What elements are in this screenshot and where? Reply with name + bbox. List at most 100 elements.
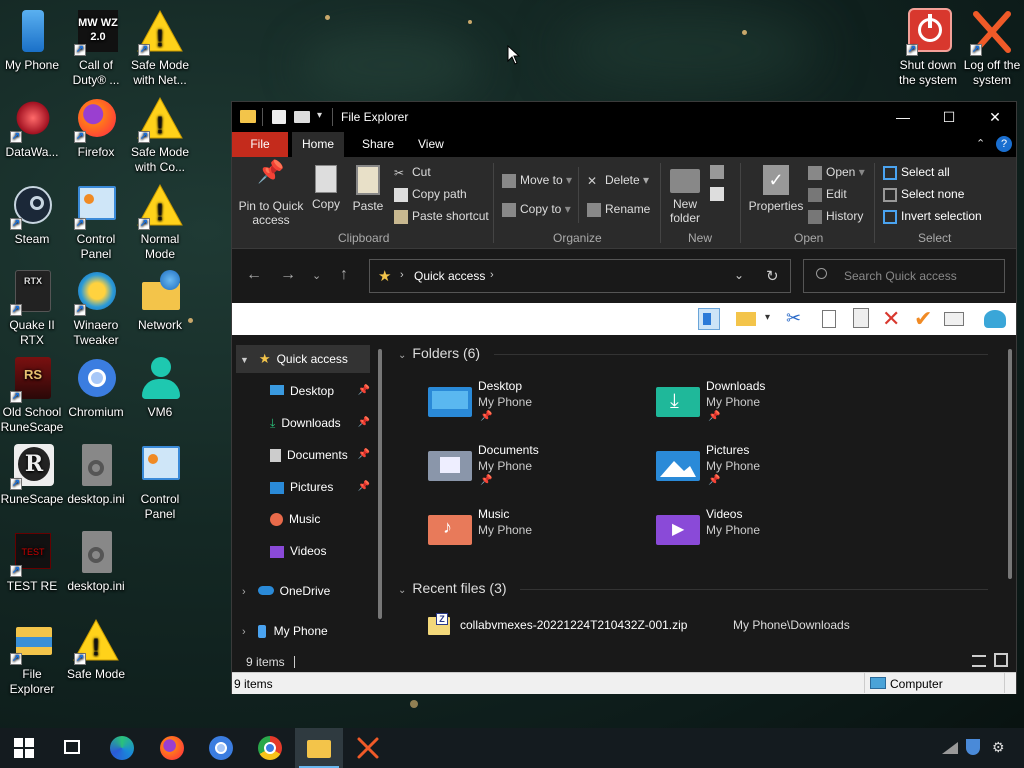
taskbar-chromium[interactable] [197, 728, 245, 768]
desktop-icon-vm6[interactable]: VM6 [128, 355, 192, 420]
desktop-icon-firefox[interactable]: ↗ Firefox [64, 95, 128, 160]
folder-documents[interactable]: Documents My Phone 📌 [428, 441, 648, 499]
collapse-ribbon-icon[interactable]: ⌃ [976, 137, 985, 150]
paste-shortcut-button[interactable]: Paste shortcut [394, 209, 489, 224]
select-all-button[interactable]: Select all [883, 165, 950, 180]
nav-item-onedrive[interactable]: › OneDrive [242, 577, 330, 605]
folder-desktop[interactable]: Desktop My Phone 📌 [428, 377, 648, 435]
desktop-icon-winaero[interactable]: ↗ Winaero Tweaker [64, 268, 128, 348]
recent-section-header[interactable]: ⌄ Recent files (3) [398, 580, 507, 596]
nav-item-documents[interactable]: Documents 📌 [270, 441, 370, 469]
desktop-icon-osrs[interactable]: RS ↗ Old School RuneScape [0, 355, 64, 435]
desktop-icon-logoff[interactable]: ↗ Log off the system [960, 8, 1024, 88]
cut-icon[interactable]: ✂ [786, 308, 808, 330]
paste-button[interactable]: Paste [350, 165, 386, 213]
nav-item-music[interactable]: Music [270, 505, 320, 533]
desktop-icon-file-explorer[interactable]: ↗ File Explorer [0, 617, 64, 697]
new-item-icon[interactable] [710, 165, 724, 179]
history-button[interactable]: History [808, 209, 863, 224]
start-button[interactable] [0, 728, 48, 768]
new-folder-button[interactable]: New folder [664, 165, 706, 225]
checkmark-icon[interactable]: ✔ [914, 308, 936, 330]
customize-qat-icon[interactable]: ▾ [317, 110, 322, 121]
nav-item-pictures[interactable]: Pictures 📌 [270, 473, 370, 501]
taskbar-chrome[interactable] [246, 728, 294, 768]
desktop-icon-my-phone[interactable]: My Phone [0, 8, 64, 73]
desktop-icon-safe-mode-network[interactable]: ! ↗ Safe Mode with Net... [128, 8, 192, 88]
new-folder-quick-icon[interactable] [294, 111, 310, 123]
easy-access-icon[interactable] [710, 187, 724, 201]
desktop-icon-quake[interactable]: RTX ↗ Quake II RTX [0, 268, 64, 348]
maximize-button[interactable]: ☐ [926, 102, 972, 132]
copy-to-button[interactable]: Copy to ▾ [502, 202, 571, 217]
desktop-icon-safe-mode-command[interactable]: ! ↗ Safe Mode with Co... [128, 95, 192, 175]
pane-toggle-icon[interactable] [698, 308, 720, 330]
folder-music[interactable]: ♪ Music My Phone [428, 505, 648, 563]
paste-icon[interactable] [850, 308, 872, 330]
address-bar[interactable]: ★ › Quick access › ⌄ ↻ [369, 259, 791, 293]
cut-button[interactable]: ✂ Cut [394, 165, 431, 180]
move-to-button[interactable]: Move to ▾ [502, 173, 572, 188]
tab-view[interactable]: View [408, 132, 454, 157]
select-none-button[interactable]: Select none [883, 187, 964, 202]
task-view-button[interactable] [48, 728, 96, 768]
tab-share[interactable]: Share [352, 132, 404, 157]
minimize-button[interactable]: — [880, 102, 926, 132]
edit-button[interactable]: Edit [808, 187, 847, 202]
address-dropdown-icon[interactable]: ⌄ [734, 268, 744, 282]
back-arrow-icon[interactable]: ← [246, 266, 262, 284]
desktop-icon-control-panel-2[interactable]: Control Panel [128, 442, 192, 522]
taskbar-firefox[interactable] [148, 728, 196, 768]
tab-home[interactable]: Home [292, 132, 345, 157]
nav-item-quick-access[interactable]: ▼ ★ Quick access [240, 345, 348, 373]
nav-item-videos[interactable]: Videos [270, 537, 326, 565]
desktop-icon-desktop-ini-2[interactable]: desktop.ini [64, 529, 128, 594]
content-scrollbar[interactable] [1008, 349, 1012, 579]
properties-button[interactable]: ✓ Properties [746, 165, 806, 213]
taskbar-logoff[interactable] [344, 728, 392, 768]
tab-file[interactable]: File [232, 132, 288, 157]
desktop-icon-test-re[interactable]: TEST ↗ TEST RE [0, 529, 64, 594]
taskbar-file-explorer[interactable] [295, 728, 343, 768]
forward-arrow-icon[interactable]: → [280, 266, 296, 284]
desktop-icon-shutdown[interactable]: ↗ Shut down the system [896, 8, 960, 88]
copy-button[interactable]: Copy [308, 165, 344, 211]
properties-quick-icon[interactable] [272, 110, 286, 124]
large-icons-view-icon[interactable] [994, 653, 1008, 667]
pin-quick-access-button[interactable]: 📌 Pin to Quick access [238, 161, 304, 228]
help-icon[interactable]: ? [996, 136, 1012, 152]
recent-file-row[interactable]: Z collabvmexes-20221224T210432Z-001.zip … [428, 613, 988, 637]
taskbar-edge[interactable] [98, 728, 146, 768]
delete-icon[interactable]: ✕ [882, 308, 904, 330]
network-disconnected-icon[interactable] [942, 739, 960, 757]
folders-section-header[interactable]: ⌄ Folders (6) [398, 345, 480, 361]
search-input[interactable]: Search Quick access [803, 259, 1005, 293]
details-view-icon[interactable] [972, 655, 986, 667]
desktop-icon-network[interactable]: Network [128, 268, 192, 333]
delete-button[interactable]: ✕ Delete ▾ [587, 173, 649, 188]
folder-downloads[interactable]: ⤓ Downloads My Phone 📌 [656, 377, 876, 435]
desktop-icon-call-of-duty[interactable]: MW WZ 2.0 ↗ Call of Duty® ... [64, 8, 128, 88]
refresh-icon[interactable]: ↻ [766, 267, 779, 285]
rename-button[interactable]: Rename [587, 202, 650, 217]
copy-path-button[interactable]: Copy path [394, 187, 467, 202]
title-bar[interactable]: ▾ File Explorer — ☐ ✕ [232, 102, 1016, 132]
desktop-icon-control-panel[interactable]: ↗ Control Panel [64, 182, 128, 262]
shell-icon[interactable] [984, 308, 1006, 330]
nav-scrollbar[interactable] [378, 349, 382, 619]
open-button[interactable]: Open ▾ [808, 165, 865, 180]
desktop-icon-runescape[interactable]: R ↗ RuneScape [0, 442, 64, 507]
desktop-icon-steam[interactable]: ↗ Steam [0, 182, 64, 247]
up-arrow-icon[interactable]: ↑ [340, 266, 348, 284]
nav-item-desktop[interactable]: Desktop 📌 [270, 377, 370, 405]
security-icon[interactable] [966, 739, 984, 757]
desktop-icon-normal-mode[interactable]: ! ↗ Normal Mode [128, 182, 192, 262]
file-explorer-window[interactable]: ▾ File Explorer — ☐ ✕ File Home Share Vi… [231, 101, 1017, 694]
folder-videos[interactable]: ▶ Videos My Phone [656, 505, 876, 563]
nav-item-downloads[interactable]: ⤓ Downloads 📌 [270, 409, 370, 437]
nav-item-my-phone[interactable]: › My Phone [242, 617, 328, 645]
desktop-icon-desktop-ini-1[interactable]: desktop.ini [64, 442, 128, 507]
select-folder-icon[interactable] [736, 308, 758, 330]
settings-gear-icon[interactable]: ⚙ [992, 739, 1010, 757]
close-button[interactable]: ✕ [972, 102, 1018, 132]
